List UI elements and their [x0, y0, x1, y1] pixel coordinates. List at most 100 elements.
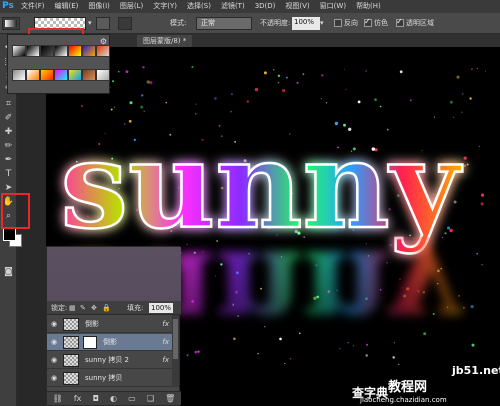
fx-icon[interactable]: fx	[74, 394, 82, 403]
sparkle-dot	[374, 98, 377, 101]
lock-transparent-icon[interactable]: ▦	[69, 303, 77, 313]
gradient-presets-popup: ⚙	[7, 34, 110, 94]
gradient-preset-swatch[interactable]	[26, 69, 40, 81]
sparkle-dot	[277, 74, 281, 77]
gradient-preset-swatch[interactable]	[96, 69, 110, 81]
foreground-color-swatch[interactable]	[3, 228, 16, 241]
lock-label: 锁定:	[51, 304, 68, 312]
opacity-label: 不透明度:	[260, 19, 291, 27]
menu-list: 文件(F) 编辑(E) 图像(I) 图层(L) 文字(Y) 选择(S) 滤镜(T) 3D(D)…	[16, 0, 386, 13]
brush-tool-icon[interactable]: ✏	[2, 140, 15, 153]
linear-gradient-button[interactable]	[96, 17, 110, 30]
gradient-preset-swatch[interactable]	[68, 45, 82, 57]
gradient-preset-swatch[interactable]	[40, 45, 54, 57]
menu-item[interactable]: 文件(F)	[16, 0, 50, 13]
gradient-preset-swatch[interactable]	[68, 69, 82, 81]
sparkle-dot	[110, 108, 113, 111]
sparkle-dot	[470, 305, 474, 309]
eye-icon[interactable]: ◉	[51, 374, 57, 382]
menu-item[interactable]: 图像(I)	[83, 0, 115, 13]
trash-icon[interactable]: 🗑	[165, 394, 175, 403]
layer-thumbnail	[63, 318, 79, 331]
healing-brush-icon[interactable]: ✚	[2, 126, 15, 139]
sparkle-dot	[466, 163, 469, 166]
sparkle-dot	[365, 70, 367, 72]
document-tab[interactable]: 图层蒙版/8) *	[137, 35, 193, 47]
dither-checkbox[interactable]	[364, 17, 372, 27]
gradient-preset-swatch[interactable]	[12, 69, 26, 81]
layer-row[interactable]: ◉ sunny 拷贝	[47, 370, 173, 387]
layer-thumbnail	[63, 354, 79, 367]
layers-scrollbar[interactable]	[172, 315, 179, 387]
lock-row: 锁定: ▦ ✎ ✥ 🔒 填充: 100%	[47, 301, 181, 315]
eye-icon[interactable]: ◉	[51, 320, 57, 328]
layer-row[interactable]: ◉ 倒影 fx	[47, 316, 173, 333]
sparkle-dot	[484, 70, 486, 72]
sparkle-dot	[146, 80, 150, 84]
sparkle-dot	[343, 68, 345, 70]
layers-scrollbar-thumb[interactable]	[173, 319, 178, 359]
layers-panel: 锁定: ▦ ✎ ✥ 🔒 填充: 100% ◉ 倒影 fx ◉ 倒影 fx ◉ sunny 拷贝…	[46, 246, 181, 406]
opacity-field[interactable]: 100%	[292, 17, 320, 30]
eye-icon[interactable]: ◉	[51, 356, 57, 364]
sparkle-dot	[282, 89, 286, 93]
sparkle-dot	[357, 100, 361, 104]
menu-item[interactable]: 视图(V)	[280, 0, 314, 13]
gradient-preset-swatch[interactable]	[12, 45, 26, 57]
sparkle-dot	[296, 81, 299, 84]
layer-row[interactable]: ◉ sunny 拷贝 2 fx	[47, 352, 173, 369]
fill-field[interactable]: 100%	[149, 303, 173, 313]
layer-fx-badge[interactable]: fx	[162, 352, 169, 369]
lock-all-icon[interactable]: 🔒	[102, 303, 111, 313]
menu-item[interactable]: 编辑(E)	[50, 0, 84, 13]
add-mask-icon[interactable]: ◘	[93, 394, 99, 403]
gradient-dropdown-arrow-icon[interactable]: ▾	[88, 17, 96, 30]
layer-mask-thumbnail[interactable]	[83, 336, 97, 349]
sparkle-dot	[471, 343, 475, 347]
menu-item[interactable]: 窗口(W)	[315, 0, 351, 13]
link-icon[interactable]: ⛓	[53, 394, 63, 403]
layer-fx-badge[interactable]: fx	[162, 316, 169, 333]
transparency-checkbox[interactable]	[396, 17, 404, 27]
menu-item[interactable]: 滤镜(T)	[216, 0, 250, 13]
pen-tool-icon[interactable]: ✒	[2, 154, 15, 167]
eye-icon[interactable]: ◉	[51, 338, 57, 346]
layers-footer: ⛓ fx ◘ ◐ ▭ ❑ 🗑	[47, 391, 181, 405]
gradient-preset-swatch[interactable]	[82, 45, 96, 57]
adjustment-icon[interactable]: ◐	[110, 394, 117, 403]
gradient-preset-swatch[interactable]	[54, 69, 68, 81]
sparkle-dot	[480, 202, 484, 206]
lock-position-icon[interactable]: ✥	[91, 303, 99, 313]
sparkle-dot	[149, 81, 153, 85]
gradient-preset-swatch[interactable]	[40, 69, 54, 81]
quick-mask-icon[interactable]: ◙	[2, 266, 15, 279]
layer-row[interactable]: ◉ 倒影 fx	[47, 334, 173, 351]
menu-item[interactable]: 帮助(H)	[351, 0, 386, 13]
new-layer-icon[interactable]: ❑	[147, 394, 154, 403]
sparkle-dot	[114, 106, 115, 108]
menu-item[interactable]: 文字(Y)	[148, 0, 182, 13]
menu-item[interactable]: 图层(L)	[115, 0, 148, 13]
gradient-preset-swatch[interactable]	[26, 45, 40, 57]
gradient-preset-swatch[interactable]	[96, 45, 110, 57]
crop-tool-icon[interactable]: ⌗	[2, 98, 15, 111]
mode-select[interactable]: 正常	[196, 17, 252, 30]
layer-fx-badge[interactable]: fx	[162, 334, 169, 351]
gradient-preset-swatch[interactable]	[54, 45, 68, 57]
opacity-dropdown-arrow-icon[interactable]: ▾	[320, 17, 328, 30]
type-tool-icon[interactable]: T	[2, 168, 15, 181]
radial-gradient-button[interactable]	[118, 17, 132, 30]
sparkle-dot	[141, 94, 144, 97]
sparkle-dot	[469, 97, 472, 100]
reverse-checkbox[interactable]	[334, 19, 342, 27]
menu-item[interactable]: 3D(D)	[250, 0, 281, 13]
color-swatches[interactable]	[3, 228, 25, 250]
sparkle-dot	[112, 80, 114, 83]
lock-image-icon[interactable]: ✎	[80, 303, 88, 313]
sparkle-dot	[450, 100, 453, 104]
eyedropper-tool-icon[interactable]: ✐	[2, 112, 15, 125]
menu-item[interactable]: 选择(S)	[182, 0, 216, 13]
gradient-preset-swatch[interactable]	[82, 69, 96, 81]
folder-icon[interactable]: ▭	[128, 394, 136, 403]
tool-preset-picker[interactable]	[2, 17, 20, 30]
